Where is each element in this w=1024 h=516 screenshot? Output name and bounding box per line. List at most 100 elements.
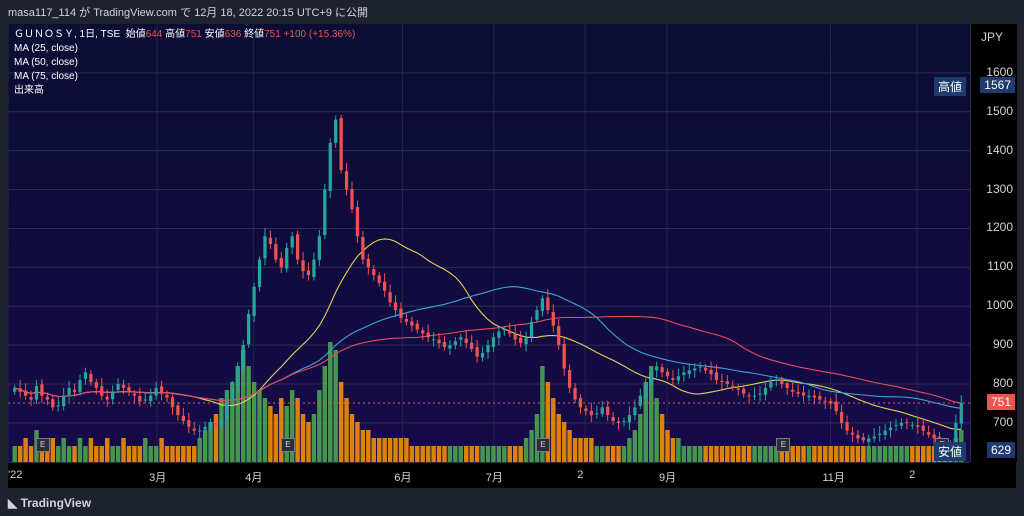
- candle-body: [676, 376, 681, 381]
- time-tick-label: 2: [577, 469, 584, 481]
- price-axis[interactable]: JPY 700 800 900 1000 1100 1200 1300 1400 1500 160…: [970, 24, 1017, 462]
- candle-body: [192, 428, 196, 431]
- volume-bar: [654, 398, 659, 462]
- volume-bar: [246, 366, 251, 462]
- logo-text: TradingView: [20, 496, 92, 510]
- candle-body: [752, 395, 757, 397]
- legend-ma25[interactable]: MA (25, close): [14, 42, 355, 56]
- price-tag-label: 高値: [933, 76, 966, 96]
- plot-area[interactable]: ＧＵＮＯＳＹ, 1日, TSE 始値644 高値751 安値636 終値751 …: [8, 24, 970, 462]
- volume-bar: [904, 446, 910, 462]
- candle-body: [535, 310, 539, 320]
- candle-body: [132, 393, 137, 396]
- candle-body: [355, 207, 360, 237]
- volume-bar: [273, 414, 279, 462]
- candle-body: [176, 405, 180, 416]
- candle-body: [644, 384, 648, 397]
- volume-bar: [284, 406, 289, 462]
- volume-bar: [181, 446, 186, 462]
- candle-body: [83, 372, 88, 379]
- volume-bar: [132, 446, 137, 462]
- legend-ma75[interactable]: MA (75, close): [14, 70, 355, 84]
- candle-body: [203, 426, 207, 430]
- earnings-marker[interactable]: E: [280, 438, 295, 452]
- candle-body: [105, 396, 109, 400]
- change-value: +100 (+15.36%): [283, 29, 356, 40]
- volume-bar: [828, 446, 833, 462]
- candle-body: [388, 292, 392, 303]
- candle-body: [823, 400, 827, 402]
- tradingview-logo[interactable]: ◣ TradingView: [8, 496, 91, 510]
- candle-body: [214, 422, 218, 427]
- legend-volume[interactable]: 出来高: [14, 84, 355, 98]
- header-bar: masa117_114 が TradingView.com で 12月 18, …: [0, 0, 1024, 24]
- candle-body: [796, 392, 800, 394]
- candle-body: [377, 275, 381, 283]
- volume-bar: [12, 446, 17, 462]
- volume-bar: [518, 446, 523, 462]
- candle-body: [410, 321, 414, 326]
- candle-body: [285, 247, 289, 269]
- candle-body: [323, 189, 327, 236]
- volume-bar: [746, 446, 752, 462]
- candle-body: [850, 432, 855, 435]
- legend: ＧＵＮＯＳＹ, 1日, TSE 始値644 高値751 安値636 終値751 …: [14, 28, 355, 98]
- candle-body: [268, 237, 273, 244]
- legend-ma50[interactable]: MA (50, close): [14, 56, 355, 70]
- volume-bar: [322, 366, 328, 462]
- volume-bar: [817, 446, 823, 462]
- volume-bar: [404, 438, 409, 462]
- volume-bar: [926, 446, 931, 462]
- candle-body: [442, 342, 447, 348]
- candle-body: [616, 421, 621, 423]
- volume-bar: [61, 438, 66, 462]
- candle-body: [693, 368, 697, 371]
- time-tick-label: 7月: [485, 472, 503, 484]
- candle-body: [159, 386, 164, 394]
- candle-body: [584, 408, 588, 412]
- candle-body: [611, 417, 615, 421]
- volume-bar: [262, 398, 268, 462]
- volume-bar: [382, 438, 387, 462]
- volume-bar: [512, 446, 518, 462]
- volume-bar: [491, 446, 496, 462]
- candle-body: [383, 281, 387, 291]
- time-tick-label: 9月: [658, 472, 677, 484]
- chart-frame[interactable]: ＧＵＮＯＳＹ, 1日, TSE 始値644 高値751 安値636 終値751 …: [8, 24, 1017, 489]
- publish-info: masa117_114 が TradingView.com で 12月 18, …: [8, 7, 369, 19]
- volume-bar: [920, 446, 926, 462]
- volume-bar: [730, 446, 736, 462]
- volume-bar: [338, 382, 344, 462]
- candle-body: [638, 395, 642, 406]
- candle-body: [241, 345, 245, 370]
- volume-bar: [583, 438, 589, 462]
- volume-bar: [801, 446, 806, 462]
- price-tick-label: 700: [992, 414, 1013, 429]
- candle-body: [62, 395, 66, 407]
- price-tick-label: 1200: [986, 220, 1013, 235]
- volume-bar: [110, 446, 115, 462]
- candle-body: [290, 236, 294, 248]
- candle-body: [502, 329, 506, 331]
- candle-body: [399, 308, 403, 318]
- earnings-marker[interactable]: E: [535, 438, 550, 452]
- earnings-marker[interactable]: E: [35, 438, 50, 452]
- volume-bar: [910, 446, 915, 462]
- candle-body: [219, 419, 224, 426]
- volume-bar: [893, 446, 899, 462]
- time-tick-label: 11月: [822, 472, 845, 484]
- candle-body: [421, 330, 425, 334]
- volume-bar: [529, 430, 534, 462]
- volume-bar: [752, 446, 757, 462]
- earnings-marker[interactable]: E: [776, 438, 791, 452]
- volume-bar: [257, 390, 262, 462]
- time-axis[interactable]: '22 3月 4月 6月 7月 2 9月 11月 2: [8, 462, 970, 489]
- candle-body: [573, 387, 577, 400]
- volume-bar: [757, 446, 763, 462]
- candle-body: [606, 406, 610, 416]
- volume-bar: [77, 438, 83, 462]
- candle-body: [714, 372, 719, 381]
- candle-body: [486, 345, 490, 353]
- candle-body: [56, 405, 60, 407]
- volume-bar: [469, 446, 474, 462]
